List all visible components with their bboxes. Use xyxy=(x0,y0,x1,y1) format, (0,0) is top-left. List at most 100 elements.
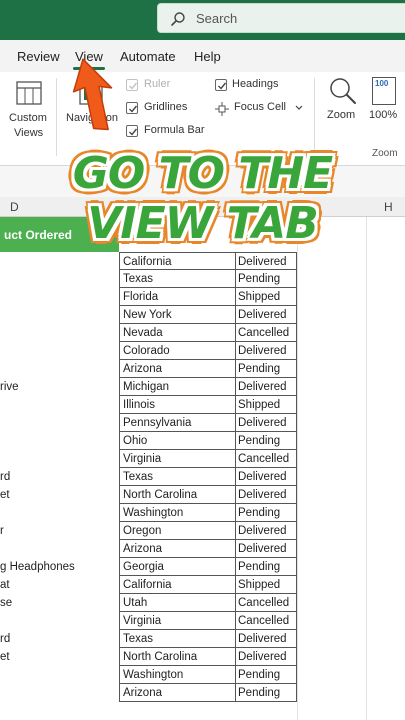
cell-status[interactable]: Pending xyxy=(236,270,297,288)
cell-state[interactable]: North Carolina xyxy=(119,648,236,666)
zoom-100-icon: 100 xyxy=(372,77,396,105)
cell-status[interactable]: Pending xyxy=(236,432,297,450)
formula-bar-checkbox[interactable]: Formula Bar xyxy=(126,124,216,140)
cell-state[interactable]: Nevada xyxy=(119,324,236,342)
cell-status[interactable]: Cancelled xyxy=(236,450,297,468)
cell-state[interactable]: Texas xyxy=(119,468,236,486)
cell-state[interactable]: Arizona xyxy=(119,360,236,378)
cell-product[interactable] xyxy=(0,504,119,522)
cell-product[interactable] xyxy=(0,450,119,468)
cell-product[interactable] xyxy=(0,396,119,414)
cell-product[interactable] xyxy=(0,324,119,342)
cell-status[interactable]: Pending xyxy=(236,558,297,576)
chevron-down-icon xyxy=(295,105,303,110)
cell-product[interactable] xyxy=(0,684,119,702)
cell-product[interactable]: g Headphones xyxy=(0,558,119,576)
search-placeholder: Search xyxy=(196,11,238,26)
table-row: Washington Pending xyxy=(0,666,405,684)
cell-product[interactable] xyxy=(0,306,119,324)
cell-state[interactable]: Utah xyxy=(119,594,236,612)
table-row: se Utah Cancelled xyxy=(0,594,405,612)
cell-state[interactable]: North Carolina xyxy=(119,486,236,504)
cell-state[interactable]: Virginia xyxy=(119,612,236,630)
cell-state[interactable]: Georgia xyxy=(119,558,236,576)
cell-status[interactable]: Delivered xyxy=(236,414,297,432)
cell-product[interactable] xyxy=(0,666,119,684)
tab-help[interactable]: Help xyxy=(194,49,221,64)
cell-status[interactable]: Delivered xyxy=(236,630,297,648)
cell-state[interactable]: Washington xyxy=(119,504,236,522)
cell-product[interactable] xyxy=(0,270,119,288)
cell-status[interactable]: Cancelled xyxy=(236,594,297,612)
title-bar: Search xyxy=(0,0,405,40)
focus-cell-button[interactable]: Focus Cell xyxy=(215,101,307,117)
zoom-100-button[interactable]: 100 100% xyxy=(366,76,404,126)
cell-product[interactable]: at xyxy=(0,576,119,594)
cell-state[interactable]: Michigan xyxy=(119,378,236,396)
cell-state[interactable]: New York xyxy=(119,306,236,324)
cell-state[interactable]: Texas xyxy=(119,630,236,648)
cell-status[interactable]: Delivered xyxy=(236,522,297,540)
headings-checkbox[interactable]: Headings xyxy=(215,78,295,94)
search-box[interactable]: Search xyxy=(157,3,405,33)
table-row: Illinois Shipped xyxy=(0,396,405,414)
cell-product[interactable]: rd xyxy=(0,468,119,486)
cell-state[interactable]: Texas xyxy=(119,270,236,288)
table-row: Arizona Delivered xyxy=(0,540,405,558)
headings-label: Headings xyxy=(232,78,279,90)
cell-status[interactable]: Delivered xyxy=(236,648,297,666)
cell-state[interactable]: Florida xyxy=(119,288,236,306)
zoom-100-icon-text: 100 xyxy=(375,79,389,88)
cell-product[interactable]: rd xyxy=(0,630,119,648)
cell-status[interactable]: Pending xyxy=(236,666,297,684)
cell-state[interactable]: Illinois xyxy=(119,396,236,414)
cell-product[interactable]: se xyxy=(0,594,119,612)
cell-product[interactable] xyxy=(0,612,119,630)
cell-state[interactable]: Virginia xyxy=(119,450,236,468)
cell-status[interactable]: Shipped xyxy=(236,396,297,414)
cell-state[interactable]: Colorado xyxy=(119,342,236,360)
cell-product[interactable] xyxy=(0,414,119,432)
cell-product[interactable]: et xyxy=(0,486,119,504)
gridlines-checkbox[interactable]: Gridlines xyxy=(126,101,206,117)
cell-status[interactable]: Shipped xyxy=(236,576,297,594)
cell-product[interactable]: et xyxy=(0,648,119,666)
cell-state[interactable]: Arizona xyxy=(119,540,236,558)
focus-cell-icon xyxy=(215,102,229,116)
cell-product[interactable]: r xyxy=(0,522,119,540)
cell-product[interactable] xyxy=(0,432,119,450)
cell-state[interactable]: Pennsylvania xyxy=(119,414,236,432)
ruler-checkbox[interactable]: Ruler xyxy=(126,78,206,94)
cell-state[interactable]: Oregon xyxy=(119,522,236,540)
cell-status[interactable]: Shipped xyxy=(236,288,297,306)
cell-status[interactable]: Delivered xyxy=(236,378,297,396)
cell-status[interactable]: Delivered xyxy=(236,486,297,504)
cell-status[interactable]: Pending xyxy=(236,360,297,378)
zoom-button[interactable]: Zoom xyxy=(322,76,364,126)
cell-state[interactable]: California xyxy=(119,576,236,594)
table-row: Pennsylvania Delivered xyxy=(0,414,405,432)
cell-product[interactable] xyxy=(0,540,119,558)
cell-product[interactable]: rive xyxy=(0,378,119,396)
tab-review[interactable]: Review xyxy=(17,49,60,64)
cell-state[interactable]: Ohio xyxy=(119,432,236,450)
custom-views-button[interactable]: Custom Views xyxy=(4,76,52,142)
cell-status[interactable]: Pending xyxy=(236,684,297,702)
cell-state[interactable]: Arizona xyxy=(119,684,236,702)
table-row: Colorado Delivered xyxy=(0,342,405,360)
table-row: Florida Shipped xyxy=(0,288,405,306)
cell-state[interactable]: California xyxy=(119,252,236,270)
cell-product[interactable] xyxy=(0,360,119,378)
cell-status[interactable]: Delivered xyxy=(236,468,297,486)
cell-product[interactable] xyxy=(0,342,119,360)
cell-product[interactable] xyxy=(0,288,119,306)
cell-status[interactable]: Delivered xyxy=(236,252,297,270)
cell-status[interactable]: Cancelled xyxy=(236,324,297,342)
cell-state[interactable]: Washington xyxy=(119,666,236,684)
cell-status[interactable]: Pending xyxy=(236,504,297,522)
cell-status[interactable]: Delivered xyxy=(236,540,297,558)
cell-product[interactable] xyxy=(0,252,119,270)
cell-status[interactable]: Cancelled xyxy=(236,612,297,630)
cell-status[interactable]: Delivered xyxy=(236,342,297,360)
cell-status[interactable]: Delivered xyxy=(236,306,297,324)
